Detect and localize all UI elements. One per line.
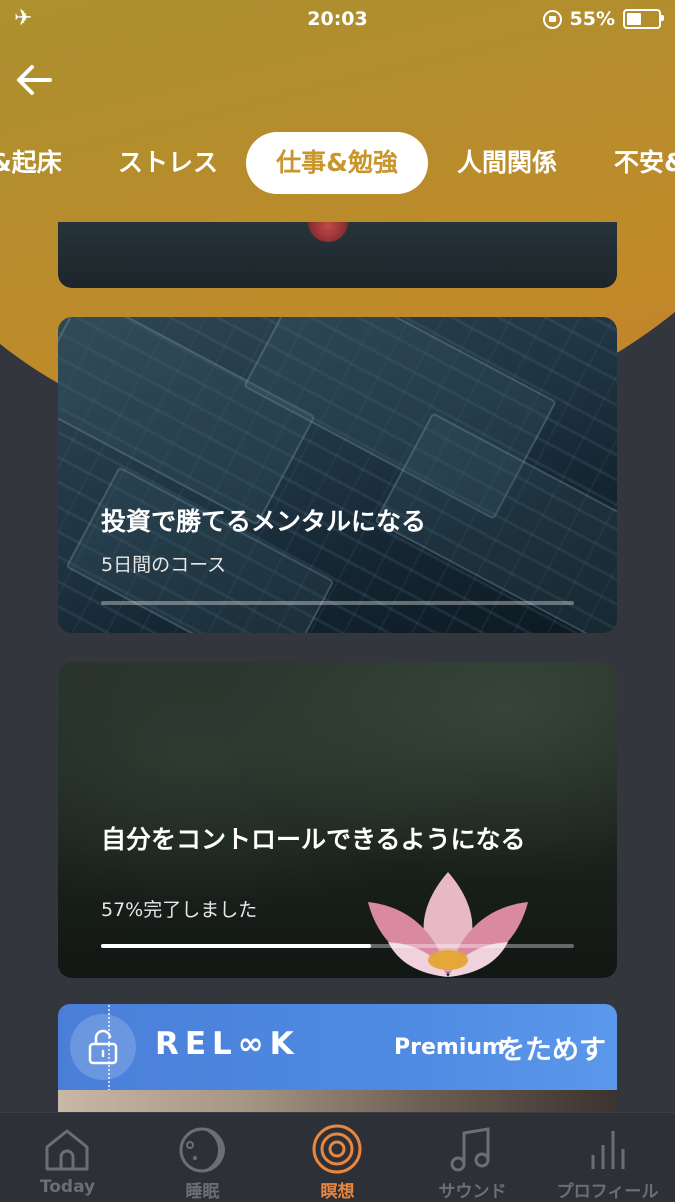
course-subtitle: 5日間のコース	[101, 554, 227, 576]
premium-label: Premium	[394, 1035, 505, 1060]
battery-level-fill	[627, 13, 642, 25]
music-note-icon	[450, 1127, 490, 1172]
course-progress-fill	[101, 944, 371, 948]
nav-label: 睡眠	[185, 1182, 220, 1202]
rotation-lock-icon	[542, 9, 562, 29]
nav-label: サウンド	[438, 1182, 507, 1202]
nav-label: Today	[39, 1177, 96, 1197]
battery-icon	[623, 9, 664, 29]
course-title: 投資で勝てるメンタルになる	[101, 507, 427, 536]
nav-today[interactable]: Today	[0, 1113, 135, 1201]
back-button[interactable]	[12, 58, 56, 102]
nav-label: プロフィール	[556, 1182, 659, 1202]
lock-badge	[70, 1004, 136, 1090]
bottom-tab-bar: Today 睡眠 瞑想 サウンド プロフィール	[0, 1112, 675, 1202]
try-cta: をためす	[498, 1035, 606, 1066]
tab-wake-up[interactable]: &起床	[0, 132, 62, 194]
battery-percent: 55%	[569, 8, 615, 30]
course-card-self-control[interactable]: 自分をコントロールできるようになる 57%完了しました	[58, 662, 617, 978]
course-card-investment[interactable]: 投資で勝てるメンタルになる 5日間のコース	[58, 317, 617, 633]
nav-sleep[interactable]: 睡眠	[135, 1113, 270, 1202]
tab-anxiety[interactable]: 不安&	[614, 132, 675, 194]
course-card-previous[interactable]	[58, 222, 617, 288]
home-icon	[45, 1129, 89, 1171]
next-card-image[interactable]	[58, 1090, 617, 1112]
status-bar: ✈ 20:03 55%	[0, 0, 675, 40]
brand-logo: REL∞K	[155, 1026, 300, 1062]
nav-label: 瞑想	[320, 1182, 355, 1202]
tab-relationships[interactable]: 人間関係	[457, 132, 557, 194]
lock-icon	[88, 1029, 118, 1065]
nav-sound[interactable]: サウンド	[405, 1113, 540, 1202]
category-tabs: &起床 ストレス 仕事&勉強 人間関係 不安&	[0, 132, 675, 194]
tab-stress[interactable]: ストレス	[118, 132, 218, 194]
nav-profile[interactable]: プロフィール	[540, 1113, 675, 1202]
course-progress-bar	[101, 601, 574, 605]
course-subtitle: 57%完了しました	[101, 899, 258, 921]
card-image	[308, 222, 348, 242]
nav-meditation[interactable]: 瞑想	[270, 1113, 405, 1202]
lotus-image	[368, 872, 528, 977]
meditation-icon	[312, 1124, 362, 1174]
premium-trial-banner[interactable]: REL∞K Premium をためす	[58, 1004, 617, 1090]
tab-work-study[interactable]: 仕事&勉強	[246, 132, 428, 194]
moon-icon	[179, 1127, 225, 1173]
stats-icon	[591, 1131, 625, 1169]
course-progress-bar	[101, 944, 574, 948]
course-title: 自分をコントロールできるようになる	[101, 825, 526, 854]
arrow-left-icon	[17, 65, 52, 95]
